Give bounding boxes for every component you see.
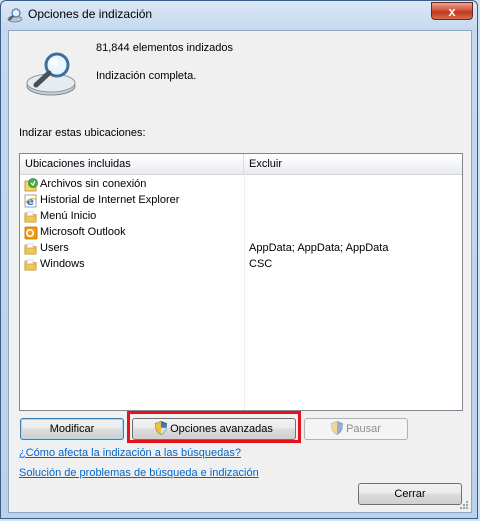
locations-list[interactable]: Ubicaciones incluidas Excluir Archivos s… xyxy=(19,153,463,411)
dialog-client-area: 81,844 elementos indizados Indización co… xyxy=(8,30,472,513)
location-name: Microsoft Outlook xyxy=(40,226,126,238)
indexed-count: 81,844 elementos indizados xyxy=(96,42,233,54)
indexing-options-window: Opciones de indización x 81,844 elemento… xyxy=(0,0,478,519)
offline-files-icon xyxy=(24,178,38,192)
modify-button-label: Modificar xyxy=(49,423,95,435)
list-header: Ubicaciones incluidas Excluir xyxy=(20,154,462,175)
close-window-button[interactable]: x xyxy=(431,2,473,20)
internet-explorer-icon: e xyxy=(24,194,38,208)
list-item[interactable]: Windows CSC xyxy=(20,257,462,273)
pause-button-label: Pausar xyxy=(346,423,381,435)
uac-shield-icon xyxy=(155,421,167,435)
location-exclude: CSC xyxy=(249,258,273,270)
location-exclude: AppData; AppData; AppData xyxy=(249,242,389,254)
location-name: Menú Inicio xyxy=(40,210,97,222)
troubleshoot-search-link[interactable]: Solución de problemas de búsqueda e indi… xyxy=(19,467,259,479)
how-indexing-affects-link[interactable]: ¿Cómo afecta la indización a las búsqued… xyxy=(19,447,241,459)
close-icon: x xyxy=(448,4,456,19)
folder-icon xyxy=(24,211,37,223)
folder-icon xyxy=(24,243,37,255)
locations-label: Indizar estas ubicaciones: xyxy=(19,127,146,139)
location-name: Users xyxy=(40,242,69,254)
list-item[interactable]: e Historial de Internet Explorer xyxy=(20,193,462,209)
close-button[interactable]: Cerrar xyxy=(358,483,462,505)
location-name: Archivos sin conexión xyxy=(40,178,147,190)
column-header-included[interactable]: Ubicaciones incluidas xyxy=(20,154,244,174)
indexing-status-icon xyxy=(26,52,76,96)
column-header-exclude[interactable]: Excluir xyxy=(244,154,462,174)
advanced-options-label: Opciones avanzadas xyxy=(170,423,273,435)
uac-shield-icon xyxy=(331,421,343,435)
window-title: Opciones de indización xyxy=(28,7,153,21)
pause-button[interactable]: Pausar xyxy=(304,418,408,440)
list-item[interactable]: Menú Inicio xyxy=(20,209,462,225)
modify-button[interactable]: Modificar xyxy=(20,418,124,440)
outlook-icon xyxy=(24,226,38,240)
indexing-status: Indización completa. xyxy=(96,70,197,82)
close-button-label: Cerrar xyxy=(394,488,426,500)
list-item[interactable]: Users AppData; AppData; AppData xyxy=(20,241,462,257)
advanced-options-button[interactable]: Opciones avanzadas xyxy=(132,418,296,440)
resize-grip-icon[interactable] xyxy=(459,500,469,510)
location-name: Windows xyxy=(40,258,85,270)
folder-icon xyxy=(24,259,37,271)
list-item[interactable]: Microsoft Outlook xyxy=(20,225,462,241)
svg-text:e: e xyxy=(27,195,34,208)
title-bar[interactable]: Opciones de indización x xyxy=(1,1,479,29)
list-item[interactable]: Archivos sin conexión xyxy=(20,177,462,193)
location-name: Historial de Internet Explorer xyxy=(40,194,180,206)
indexing-options-icon xyxy=(7,8,23,23)
